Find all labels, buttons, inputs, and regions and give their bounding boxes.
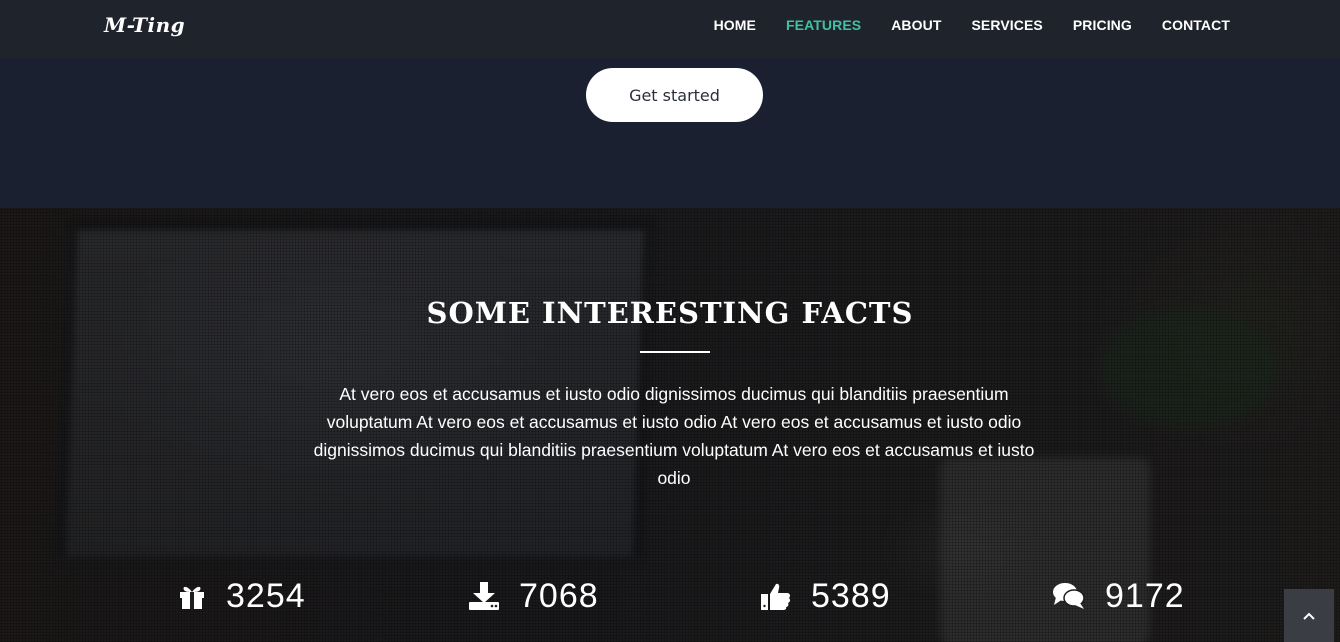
chevron-up-icon [1303,612,1315,620]
get-started-button[interactable]: Get started [586,68,763,122]
nav-about[interactable]: ABOUT [891,17,941,33]
nav-pricing[interactable]: PRICING [1073,17,1132,33]
stat-item: 5389 [761,574,891,618]
stat-item: 3254 [178,574,306,618]
brand-logo[interactable]: M-Ting [104,13,185,37]
stat-value: 9172 [1105,576,1185,615]
hero-section: Get started [0,58,1340,208]
facts-title: SOME INTERESTING FACTS [426,296,914,330]
nav-services[interactable]: SERVICES [971,17,1042,33]
title-divider [640,351,710,353]
nav-contact[interactable]: CONTACT [1162,17,1230,33]
stat-value: 5389 [811,576,891,615]
stat-value: 3254 [226,576,306,615]
nav-menu: HOME FEATURES ABOUT SERVICES PRICING CON… [714,17,1230,33]
nav-features[interactable]: FEATURES [786,17,861,33]
stat-item: 9172 [1053,574,1185,618]
facts-description: At vero eos et accusamus et iusto odio d… [313,384,1035,488]
thumbs-up-icon [761,583,791,610]
stat-item: 7068 [469,574,599,618]
comments-icon [1053,583,1085,609]
facts-section: SOME INTERESTING FACTS At vero eos et ac… [0,208,1340,642]
gift-icon [180,586,204,609]
stat-value: 7068 [519,576,599,615]
navbar: M-Ting HOME FEATURES ABOUT SERVICES PRIC… [0,0,1340,58]
nav-home[interactable]: HOME [714,17,756,33]
download-icon [469,582,499,610]
back-to-top-button[interactable] [1284,589,1334,642]
